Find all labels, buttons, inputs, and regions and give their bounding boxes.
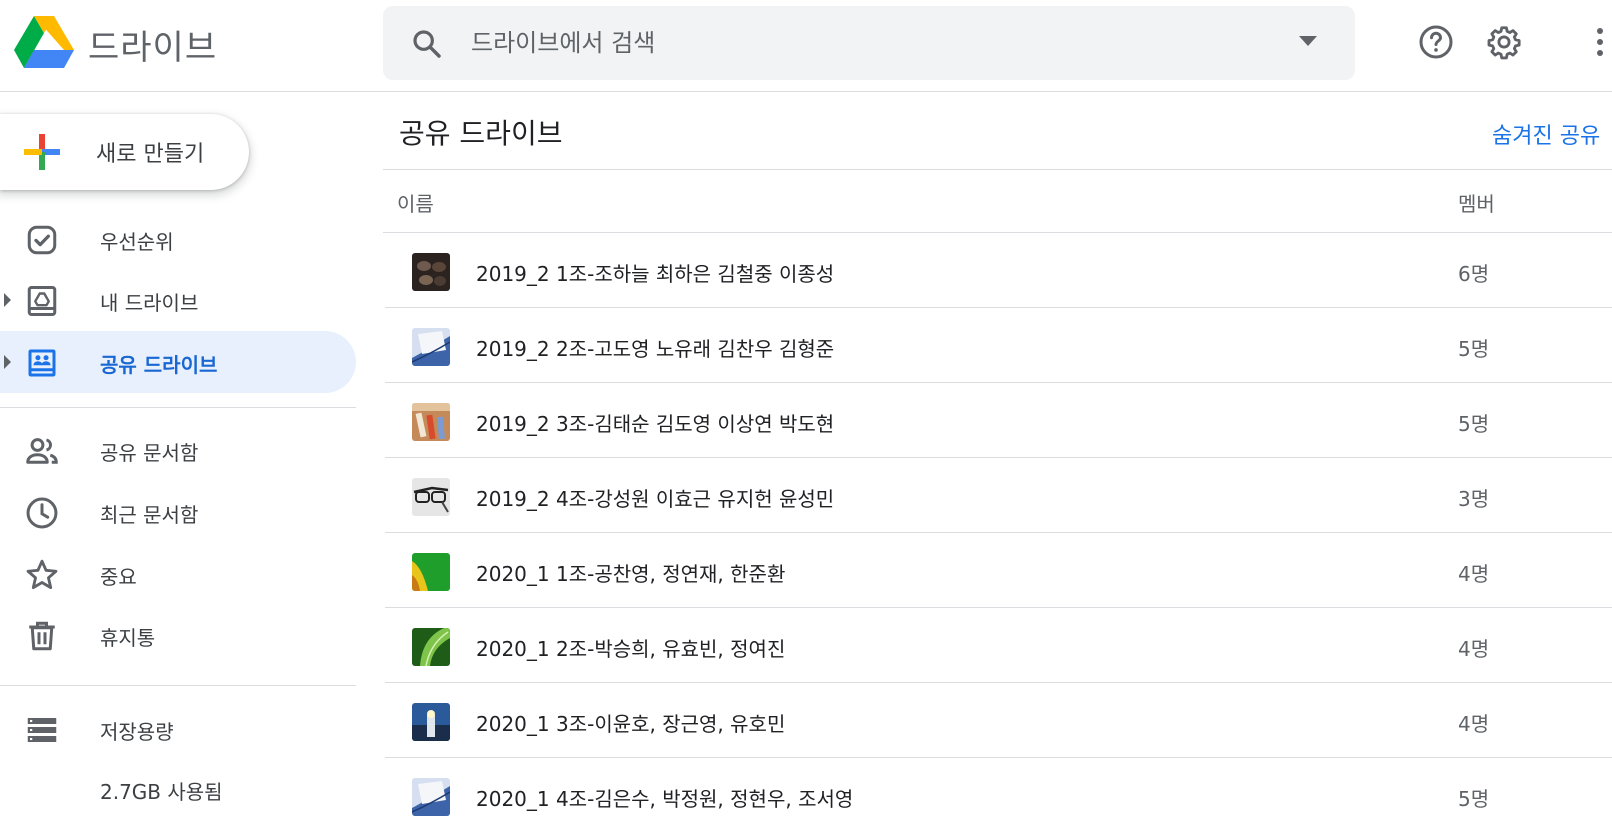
sidebar-divider [0, 407, 356, 408]
sidebar-item-label: 휴지통 [100, 626, 156, 650]
sidebar-divider [0, 685, 356, 686]
sidebar-item-trash[interactable]: 휴지통 [0, 604, 356, 666]
app-title[interactable]: 드라이브 [88, 20, 217, 69]
table-row[interactable]: 2020_1 2조-박승희, 유효빈, 정여진 4명 [385, 608, 1612, 683]
sidebar-item-starred[interactable]: 중요 [0, 543, 356, 605]
table-row[interactable]: 2019_2 1조-조하늘 최하은 김철중 이종성 6명 [385, 233, 1612, 308]
drive-thumbnail-icon [412, 403, 450, 441]
sidebar-item-priority[interactable]: 우선순위 [0, 208, 356, 270]
top-bar: 드라이브 [0, 0, 1612, 92]
drive-thumbnail-icon [412, 478, 450, 516]
drive-name: 2019_2 1조-조하늘 최하은 김철중 이종성 [476, 262, 835, 286]
sidebar-item-storage[interactable]: 저장용량 [0, 698, 356, 760]
page-title: 공유 드라이브 [399, 117, 563, 150]
member-count: 5명 [1458, 412, 1490, 436]
help-button[interactable] [1414, 20, 1458, 64]
member-count: 3명 [1458, 487, 1490, 511]
storage-icon [27, 718, 57, 742]
priority-icon [27, 225, 57, 255]
drive-thumbnail-icon [412, 328, 450, 366]
my-drive-icon [27, 286, 57, 316]
settings-button[interactable] [1482, 20, 1526, 64]
drive-name: 2020_1 4조-김은수, 박정원, 정현우, 조서영 [476, 787, 854, 811]
clock-icon [26, 497, 58, 529]
new-button-label: 새로 만들기 [96, 142, 205, 167]
drive-logo-icon[interactable] [14, 16, 74, 68]
drive-name: 2019_2 3조-김태순 김도영 이상연 박도현 [476, 412, 835, 436]
table-row[interactable]: 2019_2 3조-김태순 김도영 이상연 박도현 5명 [385, 383, 1612, 458]
search-bar[interactable] [383, 6, 1355, 80]
search-input[interactable] [471, 6, 1271, 80]
member-count: 5명 [1458, 787, 1490, 811]
sidebar-item-label: 우선순위 [100, 230, 174, 254]
more-options-button[interactable] [1588, 20, 1612, 64]
drive-name: 2020_1 2조-박승희, 유효빈, 정여진 [476, 637, 786, 661]
sidebar-item-label: 공유 문서함 [100, 441, 199, 465]
help-icon [1419, 25, 1453, 59]
sidebar-item-recent[interactable]: 최근 문서함 [0, 481, 356, 543]
search-options-icon[interactable] [1299, 36, 1317, 46]
table-row[interactable]: 2019_2 2조-고도영 노유래 김찬우 김형준 5명 [385, 308, 1612, 383]
drive-name: 2019_2 4조-강성원 이효근 유지헌 윤성민 [476, 487, 835, 511]
table-row[interactable]: 2019_2 4조-강성원 이효근 유지헌 윤성민 3명 [385, 458, 1612, 533]
shared-drives-icon [28, 349, 56, 377]
drive-name: 2020_1 3조-이윤호, 장근영, 유호민 [476, 712, 786, 736]
sidebar-item-shared-drives[interactable]: 공유 드라이브 [0, 331, 356, 393]
hidden-shared-drives-link[interactable]: 숨겨진 공유 [1492, 118, 1600, 150]
drive-name: 2020_1 1조-공찬영, 정연재, 한준환 [476, 562, 786, 586]
star-icon [26, 559, 58, 590]
member-count: 4명 [1458, 712, 1490, 736]
drive-thumbnail-icon [412, 628, 450, 666]
member-count: 6명 [1458, 262, 1490, 286]
sidebar-item-my-drive[interactable]: 내 드라이브 [0, 269, 356, 331]
sidebar-item-label: 저장용량 [100, 720, 174, 744]
expand-arrow-icon[interactable] [4, 355, 11, 369]
search-icon[interactable] [411, 28, 443, 60]
member-count: 5명 [1458, 337, 1490, 361]
trash-icon [29, 621, 55, 651]
drive-thumbnail-icon [412, 553, 450, 591]
sidebar-item-label: 최근 문서함 [100, 503, 199, 527]
column-header-name[interactable]: 이름 [397, 188, 434, 217]
gear-icon [1487, 26, 1521, 60]
table-row[interactable]: 2020_1 3조-이윤호, 장근영, 유호민 4명 [385, 683, 1612, 758]
drive-thumbnail-icon [412, 253, 450, 291]
more-vert-icon [1597, 28, 1603, 56]
sidebar-item-label: 중요 [100, 565, 137, 589]
storage-usage-text: 2.7GB 사용됨 [100, 780, 223, 804]
sidebar-item-shared-with-me[interactable]: 공유 문서함 [0, 419, 356, 481]
member-count: 4명 [1458, 637, 1490, 661]
table-row[interactable]: 2020_1 1조-공찬영, 정연재, 한준환 4명 [385, 533, 1612, 608]
drive-name: 2019_2 2조-고도영 노유래 김찬우 김형준 [476, 337, 835, 361]
title-divider [383, 169, 1612, 170]
member-count: 4명 [1458, 562, 1490, 586]
sidebar-item-label: 내 드라이브 [100, 291, 199, 315]
expand-arrow-icon[interactable] [4, 293, 11, 307]
sidebar-item-label: 공유 드라이브 [100, 353, 218, 377]
table-row[interactable]: 2020_1 4조-김은수, 박정원, 정현우, 조서영 5명 [385, 758, 1612, 827]
drive-thumbnail-icon [412, 703, 450, 741]
drive-thumbnail-icon [412, 778, 450, 816]
new-button[interactable]: 새로 만들기 [0, 114, 249, 190]
people-icon [26, 438, 58, 464]
plus-icon [24, 134, 60, 170]
column-header-members: 멤버 [1458, 192, 1495, 216]
